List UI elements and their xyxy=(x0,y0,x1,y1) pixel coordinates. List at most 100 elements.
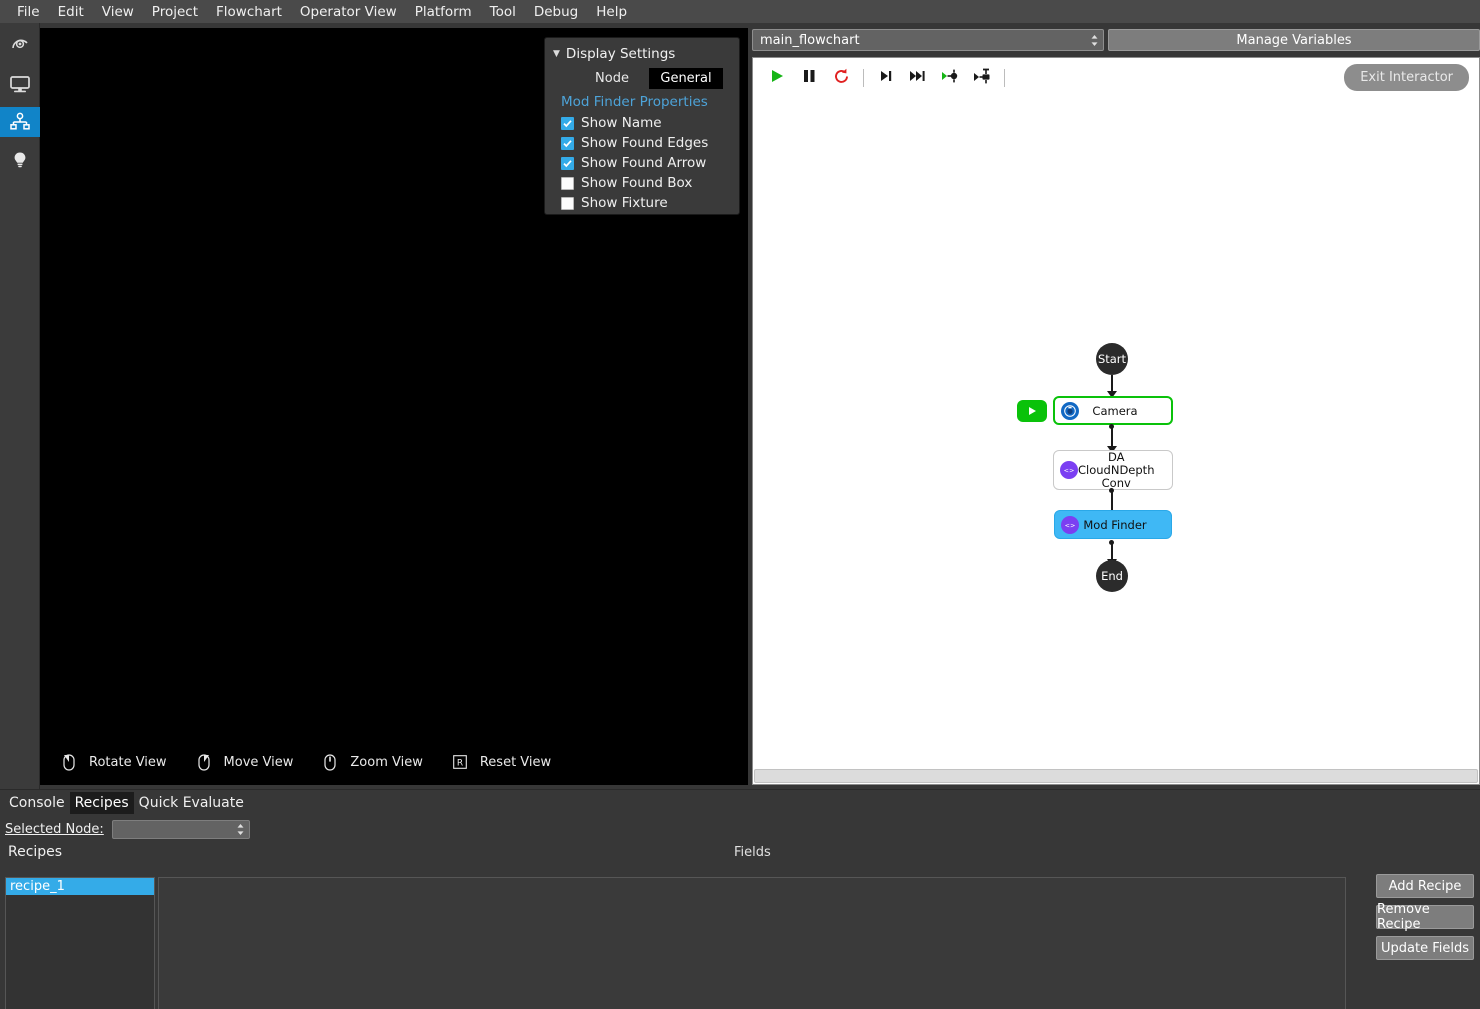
flowchart-graph: Start Camera <> DA CloudNDepth Conv <> M… xyxy=(753,58,1479,758)
flowchart-node-camera[interactable]: Camera xyxy=(1053,396,1173,425)
viewport-controls: Rotate View Move View Zoom View R Reset … xyxy=(40,749,748,775)
menu-item-file[interactable]: File xyxy=(8,1,49,23)
viewport-control-label: Move View xyxy=(223,754,294,770)
fields-table[interactable] xyxy=(158,877,1346,1009)
checkbox-show-fixture[interactable] xyxy=(561,196,574,210)
display-settings-tabs: Node General xyxy=(575,68,723,89)
section-headers: Recipes Fields xyxy=(0,842,1480,866)
menu-item-view[interactable]: View xyxy=(93,1,143,23)
code-icon: <> xyxy=(1061,515,1079,534)
sidebar-item-calibration[interactable] xyxy=(0,31,40,61)
viewport-control-move[interactable]: Move View xyxy=(193,753,294,771)
checkbox-row-show-fixture[interactable]: Show Fixture xyxy=(545,193,739,213)
menu-item-operator-view[interactable]: Operator View xyxy=(291,1,406,23)
sidebar-item-lighting[interactable] xyxy=(0,145,40,175)
checkbox-show-found-box[interactable] xyxy=(561,176,574,190)
flowchart-node-mod-finder[interactable]: <> Mod Finder xyxy=(1054,510,1172,539)
list-item[interactable]: recipe_1 xyxy=(6,878,154,895)
camera-icon xyxy=(1061,401,1079,420)
play-icon xyxy=(1029,407,1036,415)
manage-variables-button[interactable]: Manage Variables xyxy=(1108,29,1480,51)
update-fields-button[interactable]: Update Fields xyxy=(1376,936,1474,960)
menu-bar: File Edit View Project Flowchart Operato… xyxy=(0,0,1480,23)
flowchart-topbar: main_flowchart Manage Variables xyxy=(752,28,1480,52)
mouse-move-icon xyxy=(193,753,215,771)
tab-general[interactable]: General xyxy=(649,68,723,89)
selected-node-dropdown[interactable] xyxy=(111,819,250,839)
edge-modfinder-end xyxy=(1111,544,1113,560)
checkbox-label: Show Found Box xyxy=(581,175,693,191)
application-window: File Edit View Project Flowchart Operato… xyxy=(0,0,1480,1009)
left-icon-rail xyxy=(0,23,40,789)
recipes-header: Recipes xyxy=(8,844,63,860)
viewport-control-reset[interactable]: R Reset View xyxy=(449,755,551,770)
sidebar-item-display[interactable] xyxy=(0,69,40,99)
mouse-rotate-icon xyxy=(58,753,80,771)
tab-console[interactable]: Console xyxy=(4,792,70,814)
flowchart-select-value: main_flowchart xyxy=(760,32,860,48)
recipes-list[interactable]: recipe_1 xyxy=(5,877,155,1009)
svg-text:<>: <> xyxy=(1065,521,1076,529)
chevron-down-icon: ▼ xyxy=(553,49,560,59)
flowchart-node-start[interactable]: Start xyxy=(1096,343,1128,375)
selected-node-row: Selected Node: xyxy=(0,816,1480,842)
flowchart-tree-icon xyxy=(9,112,31,132)
checkbox-label: Show Name xyxy=(581,115,662,131)
svg-text:<>: <> xyxy=(1064,467,1075,475)
fields-header: Fields xyxy=(734,845,771,860)
flowchart-horizontal-scrollbar[interactable] xyxy=(754,769,1478,783)
viewport-control-label: Rotate View xyxy=(89,754,167,770)
tab-node[interactable]: Node xyxy=(575,68,649,89)
checkbox-label: Show Found Edges xyxy=(581,135,709,151)
sidebar-item-flowchart[interactable] xyxy=(0,107,40,137)
checkbox-label: Show Fixture xyxy=(581,195,668,211)
svg-text:R: R xyxy=(457,758,463,768)
checkbox-row-show-found-box[interactable]: Show Found Box xyxy=(545,173,739,193)
remove-recipe-button[interactable]: Remove Recipe xyxy=(1376,902,1474,932)
node-label: Start xyxy=(1096,343,1128,375)
recipe-buttons: Add Recipe Remove Recipe Update Fields xyxy=(1376,874,1474,967)
key-r-icon: R xyxy=(449,755,471,769)
menu-item-project[interactable]: Project xyxy=(143,1,207,23)
node-label: DA CloudNDepth Conv xyxy=(1078,449,1155,490)
viewport-control-zoom[interactable]: Zoom View xyxy=(319,753,423,771)
flowchart-select[interactable]: main_flowchart xyxy=(752,29,1104,51)
display-settings-panel: ▼ Display Settings Node General Mod Find… xyxy=(544,37,740,215)
checkbox-row-show-name[interactable]: Show Name xyxy=(545,113,739,133)
menu-item-flowchart[interactable]: Flowchart xyxy=(207,1,291,23)
node-label: End xyxy=(1096,560,1128,592)
mouse-zoom-icon xyxy=(319,753,341,771)
checkbox-label: Show Found Arrow xyxy=(581,155,707,171)
node-label: Mod Finder xyxy=(1083,517,1147,532)
node-label: Camera xyxy=(1092,403,1138,418)
flowchart-canvas[interactable]: Exit Interactor Start Camera <> DA Cloud… xyxy=(752,57,1480,785)
menu-item-platform[interactable]: Platform xyxy=(406,1,481,23)
menu-item-edit[interactable]: Edit xyxy=(49,1,93,23)
flowchart-node-end[interactable]: End xyxy=(1096,560,1128,592)
menu-item-tool[interactable]: Tool xyxy=(481,1,525,23)
stepper-icon xyxy=(236,823,245,836)
lightbulb-icon xyxy=(10,150,30,170)
camera-run-badge[interactable] xyxy=(1017,400,1047,422)
viewport-control-rotate[interactable]: Rotate View xyxy=(58,753,167,771)
display-settings-header[interactable]: ▼ Display Settings xyxy=(545,44,739,66)
bottom-panel-tabs: Console Recipes Quick Evaluate xyxy=(0,790,1480,816)
checkbox-show-name[interactable] xyxy=(561,116,574,130)
tab-quick-evaluate[interactable]: Quick Evaluate xyxy=(134,792,249,814)
menu-item-help[interactable]: Help xyxy=(587,1,636,23)
selected-node-label: Selected Node: xyxy=(5,821,104,837)
tab-recipes[interactable]: Recipes xyxy=(69,792,134,814)
flowchart-node-conv[interactable]: <> DA CloudNDepth Conv xyxy=(1053,450,1173,490)
calibration-icon xyxy=(10,36,30,56)
properties-section-title: Mod Finder Properties xyxy=(561,94,708,110)
stepper-icon xyxy=(1090,34,1099,47)
checkbox-row-show-found-arrow[interactable]: Show Found Arrow xyxy=(545,153,739,173)
code-icon: <> xyxy=(1060,461,1078,479)
add-recipe-button[interactable]: Add Recipe xyxy=(1376,874,1474,898)
bottom-panel: Console Recipes Quick Evaluate Selected … xyxy=(0,789,1480,1009)
display-settings-title: Display Settings xyxy=(565,46,676,62)
checkbox-show-found-edges[interactable] xyxy=(561,136,574,150)
checkbox-row-show-found-edges[interactable]: Show Found Edges xyxy=(545,133,739,153)
menu-item-debug[interactable]: Debug xyxy=(525,1,587,23)
checkbox-show-found-arrow[interactable] xyxy=(561,156,574,170)
